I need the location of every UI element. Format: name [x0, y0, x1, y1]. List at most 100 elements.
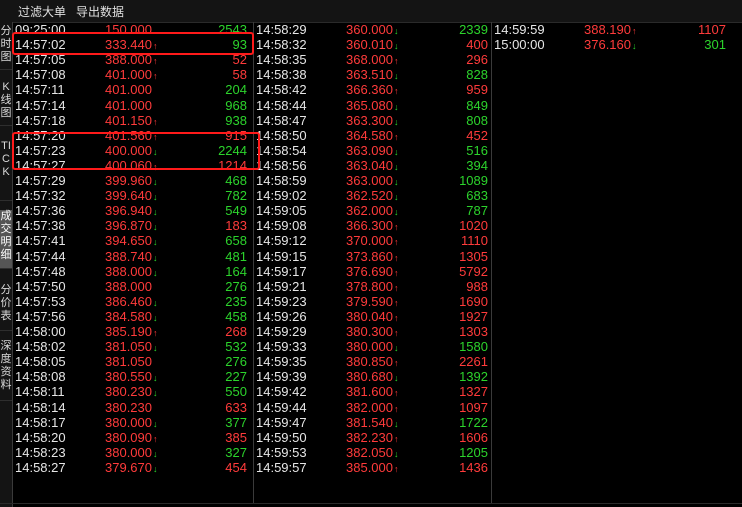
- trade-time: 14:58:32: [256, 37, 307, 53]
- trade-time: 14:59:57: [256, 459, 307, 475]
- table-row: 14:57:20 401.560↑ 915: [13, 128, 253, 144]
- trade-time: 14:58:56: [256, 157, 307, 173]
- arrow-down-icon: ↓: [632, 41, 637, 52]
- arrow-down-icon: ↓: [153, 222, 158, 233]
- trade-price: 363.040: [346, 157, 393, 173]
- table-row: 14:57:41 394.650↓ 658: [13, 233, 253, 249]
- table-row: 14:58:11 380.230↓ 550: [13, 384, 253, 400]
- table-row: 14:57:27 400.060↑ 1214: [13, 158, 253, 174]
- side-tab-2[interactable]: TICK: [0, 140, 12, 201]
- side-tab-4[interactable]: 分价表: [0, 284, 12, 331]
- table-row: 14:59:35 380.850↑ 2261: [254, 354, 494, 370]
- trade-time: 15:00:00: [494, 37, 545, 53]
- trade-volume: 2339: [459, 22, 488, 37]
- arrow-down-icon: ↓: [394, 146, 399, 157]
- trade-time: 14:57:11: [15, 82, 65, 98]
- bottom-border: [0, 503, 742, 504]
- table-row: 14:58:08 380.550↓ 227: [13, 369, 253, 385]
- toolbar: 过滤大单 导出数据: [0, 0, 742, 23]
- arrow-down-icon: ↓: [394, 116, 399, 127]
- side-tab-5[interactable]: 深度资料: [0, 340, 12, 401]
- trade-volume: 183: [225, 218, 247, 234]
- trade-price-cell: 376.160↓: [584, 37, 637, 54]
- trade-price-cell: 385.000↑: [346, 460, 399, 477]
- export-data-button[interactable]: 导出数据: [76, 3, 124, 20]
- trade-volume: 2543: [218, 22, 247, 37]
- arrow-down-icon: ↓: [153, 146, 158, 157]
- trade-volume: 400: [466, 37, 488, 53]
- trade-time: 14:58:54: [256, 142, 307, 158]
- trade-time: 14:58:35: [256, 52, 307, 68]
- table-row: 14:57:56 384.580↓ 458: [13, 309, 253, 325]
- table-row: 14:58:29 360.000↓ 2339: [254, 22, 494, 38]
- trade-volume: 227: [225, 369, 247, 385]
- arrow-down-icon: ↓: [153, 373, 158, 384]
- filter-large-orders-button[interactable]: 过滤大单: [18, 3, 66, 20]
- trade-volume: 385: [225, 429, 247, 445]
- table-row: 14:59:26 380.040↑ 1927: [254, 309, 494, 325]
- trade-price-cell: 388.000: [105, 279, 152, 295]
- trade-volume: 633: [225, 399, 247, 415]
- table-row: 14:58:42 366.360↑ 959: [254, 82, 494, 98]
- trade-volume: 549: [225, 203, 247, 219]
- trade-volume: 327: [225, 444, 247, 460]
- trade-price: 388.000: [105, 278, 152, 294]
- trade-price: 382.000: [346, 399, 393, 415]
- trade-time: 14:59:39: [256, 369, 307, 385]
- arrow-up-icon: ↑: [153, 41, 158, 52]
- trade-price: 365.080: [346, 97, 393, 113]
- trade-time: 14:57:23: [15, 142, 66, 158]
- trade-volume: 301: [704, 37, 726, 53]
- trade-time: 14:57:41: [15, 233, 66, 249]
- arrow-down-icon: ↓: [394, 448, 399, 459]
- side-tab-1[interactable]: K线图: [0, 81, 12, 126]
- arrow-up-icon: ↑: [394, 388, 399, 399]
- trade-price: 396.940: [105, 203, 152, 219]
- trade-price-cell: 150.000: [105, 22, 152, 38]
- trade-time: 14:57:48: [15, 263, 66, 279]
- trade-time: 14:59:44: [256, 399, 307, 415]
- trade-price: 381.050: [105, 339, 152, 355]
- trade-time: 14:59:26: [256, 308, 307, 324]
- trade-price-cell: 379.670↓: [105, 460, 158, 477]
- trade-price: 385.190: [105, 324, 152, 339]
- trade-time: 14:58:20: [15, 429, 66, 445]
- arrow-down-icon: ↓: [394, 161, 399, 172]
- arrow-up-icon: ↑: [394, 131, 399, 142]
- trade-price: 333.440: [105, 37, 152, 53]
- arrow-down-icon: ↓: [153, 388, 158, 399]
- trade-volume: 481: [225, 248, 247, 264]
- trade-price: 399.640: [105, 188, 152, 204]
- arrow-up-icon: ↑: [394, 312, 399, 323]
- trade-price: 382.050: [346, 444, 393, 460]
- trade-time: 14:59:50: [256, 429, 307, 445]
- trade-volume: 1927: [459, 308, 488, 324]
- trade-time: 14:59:59: [494, 22, 545, 37]
- trade-volume: 828: [466, 67, 488, 83]
- table-row: 14:59:12 370.000↑ 1110: [254, 233, 494, 249]
- table-row: 14:57:23 400.000↓ 2244: [13, 143, 253, 159]
- trade-price: 363.090: [346, 142, 393, 158]
- table-row: 14:57:29 399.960↓ 468: [13, 173, 253, 189]
- trade-time: 14:59:53: [256, 444, 307, 460]
- trade-price: 363.510: [346, 67, 393, 83]
- trade-price: 401.560: [105, 127, 152, 143]
- trade-time: 14:58:23: [15, 444, 66, 460]
- trade-time: 14:59:42: [256, 384, 307, 400]
- trade-price: 401.150: [105, 112, 152, 128]
- trade-volume: 452: [466, 127, 488, 143]
- table-row: 14:58:38 363.510↓ 828: [254, 67, 494, 83]
- trade-time: 14:58:11: [15, 384, 65, 400]
- table-row: 14:59:53 382.050↓ 1205: [254, 445, 494, 461]
- trade-volume: 93: [232, 37, 247, 53]
- side-tab-3[interactable]: 成交明细: [0, 210, 12, 269]
- table-row: 14:57:11 401.000 204: [13, 82, 253, 98]
- trade-price: 370.000: [346, 233, 393, 249]
- side-tab-0[interactable]: 分时图: [0, 25, 12, 70]
- trade-volume: 1436: [459, 459, 488, 475]
- trade-price: 388.740: [105, 248, 152, 264]
- table-row: 14:58:17 380.000↓ 377: [13, 415, 253, 431]
- trade-volume: 516: [466, 142, 488, 158]
- trade-price-cell: 401.000: [105, 82, 152, 98]
- trade-price: 380.230: [105, 384, 152, 400]
